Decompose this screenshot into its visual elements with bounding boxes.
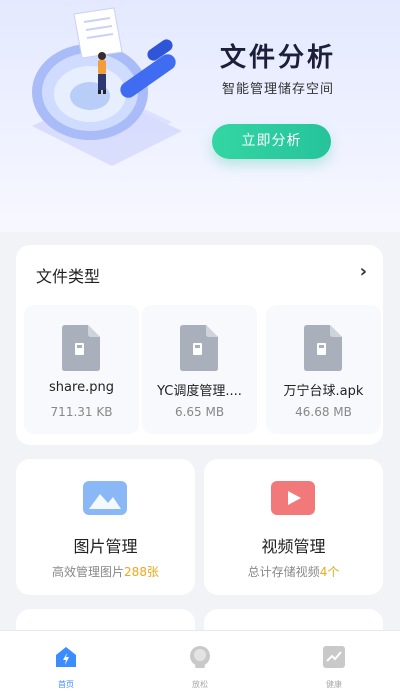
- file-icon: [304, 325, 342, 371]
- hero-banner: 文件分析 智能管理储存空间 立即分析: [0, 0, 400, 232]
- relax-face-icon: [190, 646, 210, 668]
- chevron-right-icon[interactable]: ›: [360, 261, 367, 282]
- nav-relax[interactable]: 放松: [160, 631, 240, 694]
- file-name: YC调度管理....: [157, 384, 242, 399]
- image-management-title: 图片管理: [73, 537, 138, 556]
- file-types-card: 文件类型 › share.png 711.31 KB YC调度管理.... 6.…: [16, 245, 383, 445]
- file-icon: [62, 325, 100, 371]
- video-play-icon: [271, 481, 315, 515]
- file-name: share.png: [49, 380, 114, 395]
- video-management-title: 视频管理: [261, 537, 326, 556]
- home-bolt-icon: [56, 647, 76, 667]
- image-count: 288张: [124, 565, 159, 579]
- magnifier-illustration: [32, 7, 182, 166]
- nav-label: 首页: [58, 680, 74, 689]
- file-icon: [180, 325, 218, 371]
- file-item[interactable]: YC调度管理.... 6.65 MB: [142, 305, 257, 434]
- health-chart-icon: [323, 646, 345, 668]
- nav-home[interactable]: 首页: [26, 631, 106, 694]
- video-management-desc: 总计存储视频4个: [247, 565, 340, 579]
- nav-health[interactable]: 健康: [294, 631, 374, 694]
- file-size: 46.68 MB: [295, 405, 352, 419]
- file-types-title: 文件类型: [36, 267, 101, 286]
- file-item[interactable]: share.png 711.31 KB: [24, 305, 139, 434]
- file-item[interactable]: 万宁台球.apk 46.68 MB: [266, 305, 381, 434]
- video-count: 4个: [319, 565, 340, 579]
- nav-label: 健康: [326, 680, 342, 689]
- hero-title: 文件分析: [220, 43, 337, 73]
- nav-label: 放松: [192, 680, 208, 689]
- video-management-card[interactable]: 视频管理 总计存储视频4个: [204, 459, 383, 595]
- image-icon: [83, 481, 127, 515]
- file-size: 6.65 MB: [174, 405, 225, 419]
- file-size: 711.31 KB: [50, 405, 113, 419]
- hero-subtitle: 智能管理储存空间: [222, 82, 335, 97]
- analyze-now-button[interactable]: 立即分析: [212, 124, 331, 159]
- image-management-card[interactable]: 图片管理 高效管理图片288张: [16, 459, 195, 595]
- bottom-nav: 首页 放松 健康: [0, 630, 400, 694]
- file-name: 万宁台球.apk: [283, 384, 364, 399]
- image-management-desc: 高效管理图片288张: [52, 565, 159, 579]
